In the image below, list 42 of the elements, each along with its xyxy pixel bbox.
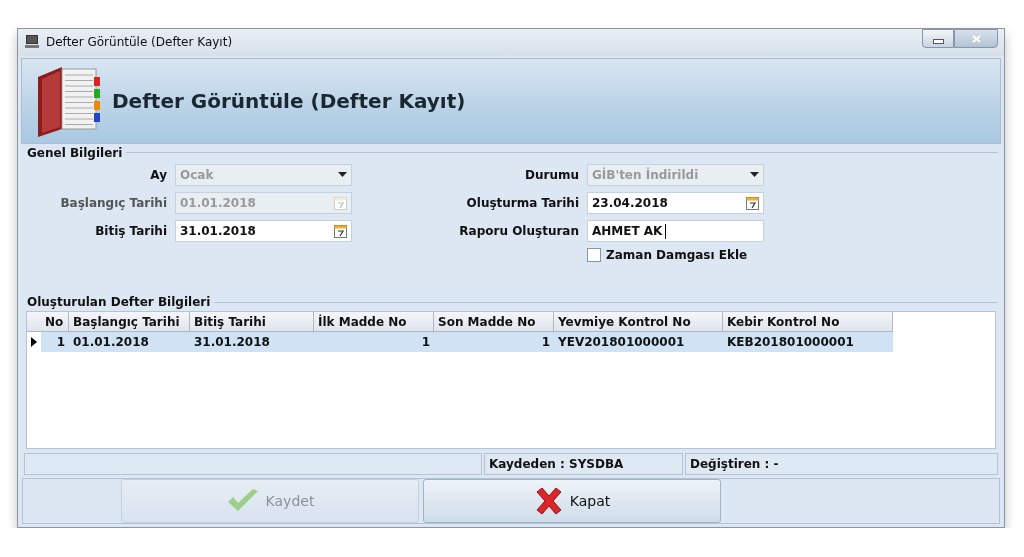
dropdown-arrow-icon [338,172,347,178]
header-title: Defter Görüntüle (Defter Kayıt) [112,88,466,113]
calendar-icon [746,195,759,211]
calendar-icon [334,195,347,211]
field-label: Başlangıç Tarihi [59,195,168,210]
date-field[interactable]: 31.01.2018 [175,219,352,242]
close-icon [971,34,981,43]
field-label: Bitiş Tarihi [94,223,168,238]
field-label: Raporu Oluşturan [458,223,580,238]
table-cell: 1 [434,332,554,353]
date-field[interactable]: 23.04.2018 [587,191,764,214]
calendar-icon [334,223,347,239]
status-text: Değiştiren : - [685,453,998,475]
table-cell: KEB201801000001 [723,332,893,353]
section-title: Oluşturulan Defter Bilgileri [26,295,212,310]
dropdown-arrow-icon [750,172,759,178]
checkbox-label: Zaman Damgası Ekle [606,247,748,262]
column-header[interactable]: Başlangıç Tarihi [69,312,190,333]
table-cell: 1 [314,332,434,353]
checkbox[interactable] [587,247,601,262]
status-text: Kaydeden : SYSDBA [484,453,683,475]
header-corner [27,312,41,333]
close-button[interactable]: Kapat [423,479,721,523]
column-header[interactable]: Son Madde No [434,312,554,333]
field-label: Durumu [524,167,580,182]
field-label: Ay [149,167,168,182]
column-header[interactable]: Bitiş Tarihi [190,312,314,333]
window-title: Defter Görüntüle (Defter Kayıt) [46,35,234,50]
section-title: Genel Bilgileri [26,145,124,160]
column-header[interactable]: Yevmiye Kontrol No [554,312,723,333]
text-field[interactable]: AHMET AK [587,219,764,242]
computer-icon [24,34,40,51]
table-cell: 31.01.2018 [190,332,314,353]
table-cell: 01.01.2018 [69,332,190,353]
row-pointer-icon [31,337,37,348]
column-header[interactable]: No [41,312,69,333]
field-label: Oluşturma Tarihi [465,195,580,210]
table-cell: YEV201801000001 [554,332,723,353]
column-header[interactable]: Kebir Kontrol No [723,312,893,333]
minimize-button[interactable] [922,29,954,48]
table-cell: 1 [41,332,69,353]
column-header[interactable]: İlk Madde No [314,312,434,333]
